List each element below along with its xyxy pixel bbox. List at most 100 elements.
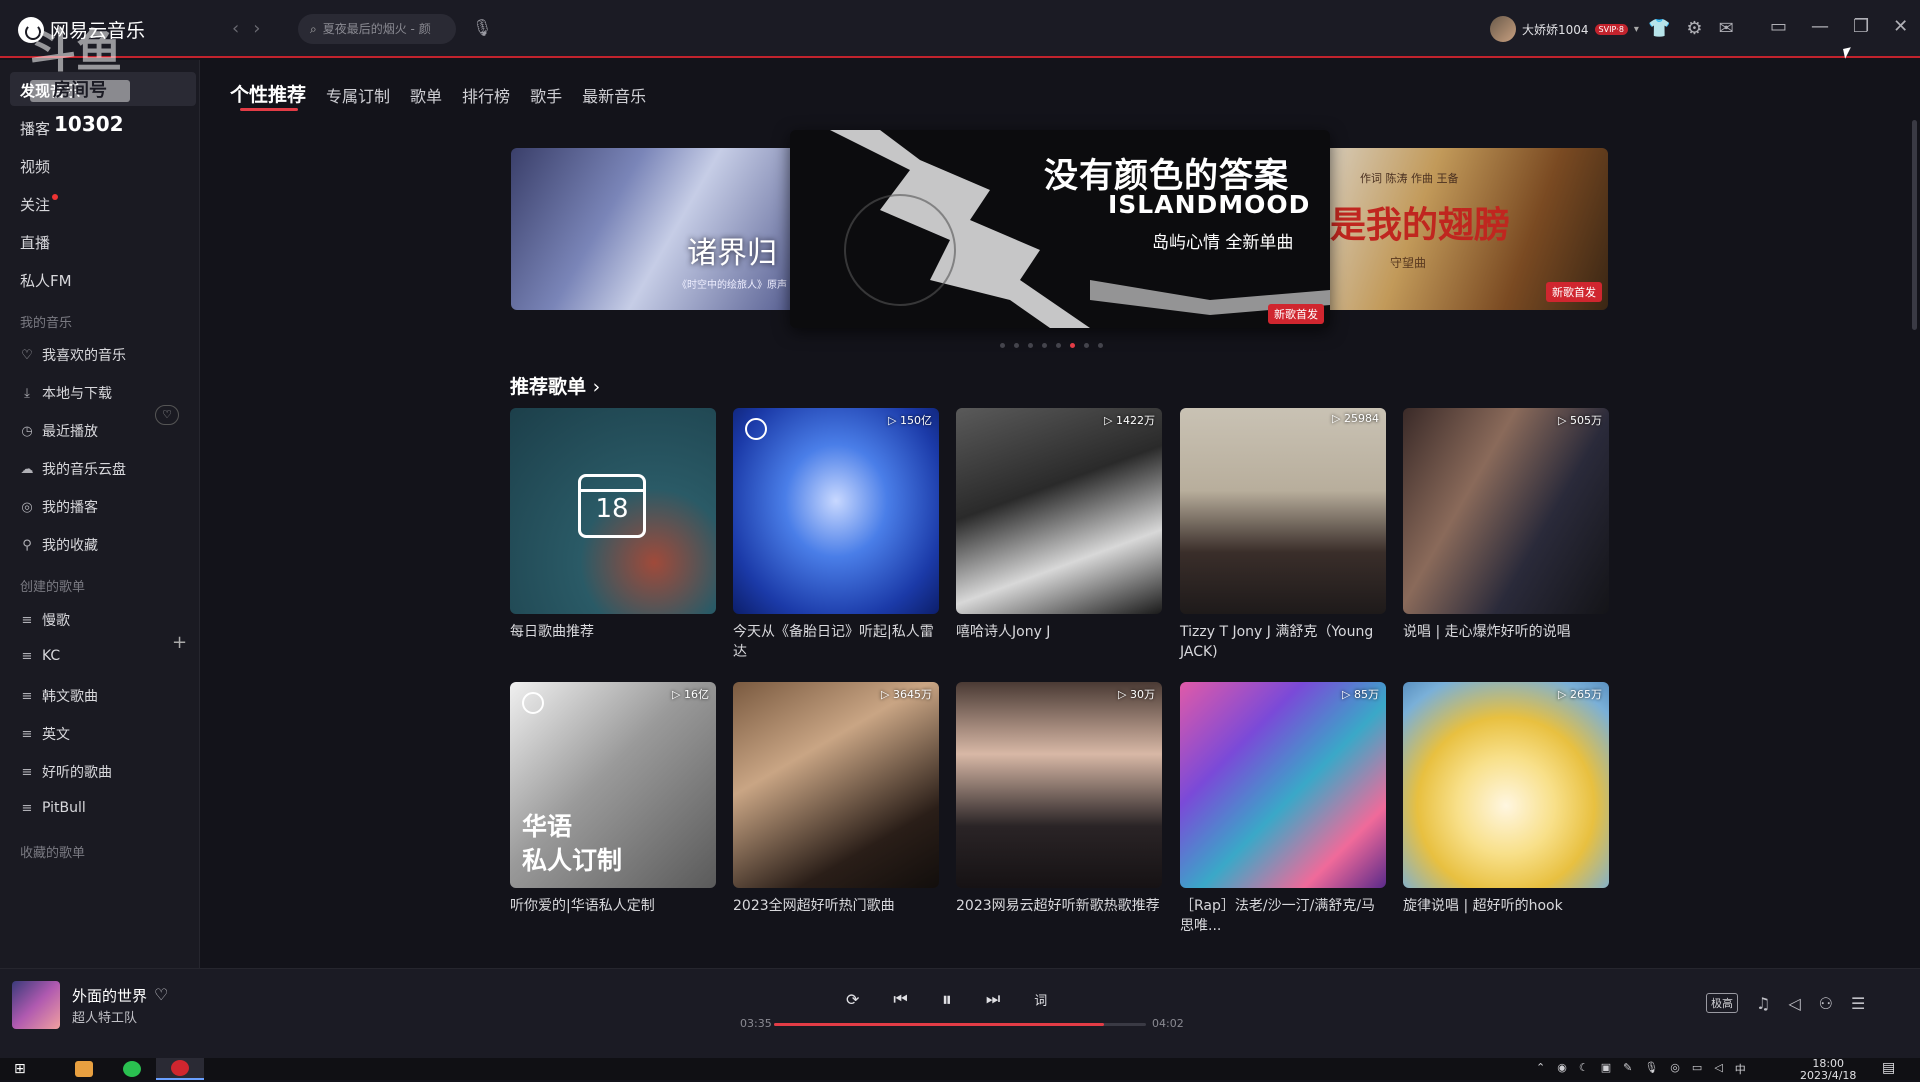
ime-indicator[interactable]: 中 <box>1735 1061 1746 1077</box>
close-icon[interactable]: ✕ <box>1893 16 1908 37</box>
carousel-dot[interactable] <box>1028 343 1033 348</box>
pause-icon[interactable]: ⏸ <box>942 987 952 1011</box>
playlist-title[interactable]: 嘻哈诗人Jony J <box>956 622 1162 642</box>
quality-button[interactable]: 极高 <box>1706 993 1738 1013</box>
playlist-title[interactable]: 2023网易云超好听新歌热歌推荐 <box>956 896 1162 916</box>
playlist-title[interactable]: Tizzy T Jony J 满舒克（Young JACK) <box>1180 622 1386 662</box>
tab-recommend[interactable]: 个性推荐 <box>230 80 306 107</box>
taskbar-app[interactable] <box>156 1058 204 1080</box>
loop-icon[interactable]: ⟳ <box>846 990 859 1009</box>
avatar[interactable] <box>1490 16 1516 42</box>
playlist-cover[interactable]: ▷ 3645万 <box>733 682 939 888</box>
now-playing-artist[interactable]: 超人特工队 <box>72 1007 137 1026</box>
playlist-card[interactable]: ▷ 3645万 2023全网超好听热门歌曲 <box>733 682 939 916</box>
playlist-cover[interactable]: ▷ 25984 <box>1180 408 1386 614</box>
microphone-icon[interactable]: 🎙 <box>1644 1061 1658 1077</box>
tab-artists[interactable]: 歌手 <box>530 83 562 107</box>
notification-icon[interactable]: ▤ <box>1882 1060 1895 1076</box>
playlist-cover[interactable]: 18 <box>510 408 716 614</box>
collected-playlists-header[interactable]: 收藏的歌单 <box>20 842 85 861</box>
playlist-item[interactable]: ≡ 好听的歌曲 <box>20 762 112 782</box>
banner-right[interactable]: 作词 陈涛 作曲 王备 是我的翅膀 守望曲 新歌首发 <box>1320 148 1608 310</box>
sidebar-item-my-podcast[interactable]: ◎ 我的播客 <box>20 497 98 517</box>
system-clock[interactable]: 18:00 2023/4/18 <box>1800 1058 1856 1082</box>
playlist-card[interactable]: ▷ 265万 旋律说唱 | 超好听的hook <box>1403 682 1609 916</box>
carousel-dot[interactable] <box>1084 343 1089 348</box>
playlist-item[interactable]: ≡ 慢歌 <box>20 610 70 630</box>
tray-icon[interactable]: ◉ <box>1557 1061 1567 1077</box>
carousel-dot[interactable] <box>1056 343 1061 348</box>
sidebar-item-video[interactable]: 视频 <box>20 156 50 177</box>
playlist-title[interactable]: 听你爱的|华语私人定制 <box>510 896 716 916</box>
user-name[interactable]: 大娇娇1004 <box>1522 21 1589 38</box>
sound-effect-icon[interactable]: ♫ <box>1756 994 1770 1013</box>
playlist-item[interactable]: ≡ KC <box>20 648 61 664</box>
network-icon[interactable]: ▭ <box>1692 1061 1702 1077</box>
playlist-queue-icon[interactable]: ☰ <box>1851 994 1865 1013</box>
tab-playlists[interactable]: 歌单 <box>410 83 442 107</box>
user-menu[interactable]: 大娇娇1004 SVIP·8 ▾ <box>1490 16 1639 42</box>
windows-start-icon[interactable]: ⊞ <box>14 1061 26 1077</box>
playlist-cover[interactable]: ▷ 85万 <box>1180 682 1386 888</box>
playlist-cover[interactable]: ▷ 1422万 <box>956 408 1162 614</box>
next-icon[interactable]: ⏭ <box>986 989 1000 1009</box>
forward-arrow-icon[interactable]: › <box>253 18 260 39</box>
minimize-icon[interactable]: — <box>1811 16 1829 37</box>
tab-charts[interactable]: 排行榜 <box>462 83 510 107</box>
carousel-dot[interactable] <box>1042 343 1047 348</box>
playlist-item[interactable]: ≡ 韩文歌曲 <box>20 686 98 706</box>
taskbar-app[interactable] <box>108 1058 156 1080</box>
search-box[interactable]: ⌕ <box>298 14 456 44</box>
taskbar-app[interactable] <box>60 1058 108 1080</box>
sidebar-item-liked[interactable]: ♡ 我喜欢的音乐 <box>20 345 126 365</box>
playlist-card[interactable]: 18 每日歌曲推荐 <box>510 408 716 642</box>
mail-icon[interactable]: ✉ <box>1719 18 1734 39</box>
sidebar-item-podcast[interactable]: 播客 <box>20 118 50 139</box>
playlist-title[interactable]: 旋律说唱 | 超好听的hook <box>1403 896 1609 916</box>
banner-main[interactable]: 没有颜色的答案 ISLANDMOOD 岛屿心情 全新单曲 新歌首发 <box>790 130 1330 328</box>
carousel-dot[interactable] <box>1070 343 1075 348</box>
chevron-down-icon[interactable]: ▾ <box>1634 24 1639 35</box>
maximize-icon[interactable]: ❐ <box>1853 16 1869 37</box>
tab-new-music[interactable]: 最新音乐 <box>582 83 646 107</box>
playlist-title[interactable]: ［Rap］法老/沙一汀/满舒克/马思唯... <box>1180 896 1386 936</box>
sidebar-item-local[interactable]: ⤓ 本地与下载 <box>20 383 112 403</box>
playlist-card[interactable]: ▷ 30万 2023网易云超好听新歌热歌推荐 <box>956 682 1162 916</box>
carousel-dot[interactable] <box>1014 343 1019 348</box>
microphone-icon[interactable]: 🎙 <box>472 18 492 40</box>
progress-bar[interactable] <box>774 1023 1146 1026</box>
carousel-dot[interactable] <box>1000 343 1005 348</box>
tray-icon[interactable]: ▣ <box>1601 1061 1611 1077</box>
tray-icon[interactable]: ⌃ <box>1536 1061 1545 1077</box>
tray-icon[interactable]: ◎ <box>1670 1061 1680 1077</box>
playlist-card[interactable]: ▷ 25984 Tizzy T Jony J 满舒克（Young JACK) <box>1180 408 1386 662</box>
tab-custom[interactable]: 专属订制 <box>326 83 390 107</box>
like-heart-icon[interactable]: ♡ <box>154 985 168 1004</box>
playlist-cover[interactable]: ▷ 150亿 <box>733 408 939 614</box>
playlist-title[interactable]: 说唱 | 走心爆炸好听的说唱 <box>1403 622 1609 642</box>
volume-icon[interactable]: ◁ <box>1714 1061 1722 1077</box>
playlist-card[interactable]: ▷ 150亿 今天从《备胎日记》听起|私人雷达 <box>733 408 939 662</box>
lyric-button[interactable]: 词 <box>1034 990 1047 1009</box>
sidebar-item-follow[interactable]: 关注 <box>20 194 59 215</box>
now-playing-cover[interactable] <box>12 981 60 1029</box>
playlist-item[interactable]: ≡ PitBull <box>20 800 86 816</box>
back-arrow-icon[interactable]: ‹ <box>232 18 239 39</box>
listen-together-icon[interactable]: ⚇ <box>1819 994 1833 1013</box>
sidebar-item-fm[interactable]: 私人FM <box>20 270 72 291</box>
created-playlists-header[interactable]: 创建的歌单 <box>20 576 85 595</box>
scrollbar-thumb[interactable] <box>1912 120 1917 330</box>
heart-mode-button[interactable]: ♡ <box>155 405 179 425</box>
playlist-card[interactable]: ▷ 85万 ［Rap］法老/沙一汀/满舒克/马思唯... <box>1180 682 1386 936</box>
sidebar-item-live[interactable]: 直播 <box>20 232 50 253</box>
sidebar-item-cloud[interactable]: ☁ 我的音乐云盘 <box>20 459 127 479</box>
gear-icon[interactable]: ⚙ <box>1686 18 1702 39</box>
playlist-cover[interactable]: ▷ 16亿 华语 私人订制 <box>510 682 716 888</box>
skin-icon[interactable]: 👕 <box>1648 18 1670 39</box>
previous-icon[interactable]: ⏮ <box>893 989 907 1009</box>
playlist-cover[interactable]: ▷ 265万 <box>1403 682 1609 888</box>
playlist-title[interactable]: 每日歌曲推荐 <box>510 622 716 642</box>
playlist-cover[interactable]: ▷ 505万 <box>1403 408 1609 614</box>
carousel-dot[interactable] <box>1098 343 1103 348</box>
tray-icon[interactable]: ✎ <box>1623 1061 1632 1077</box>
